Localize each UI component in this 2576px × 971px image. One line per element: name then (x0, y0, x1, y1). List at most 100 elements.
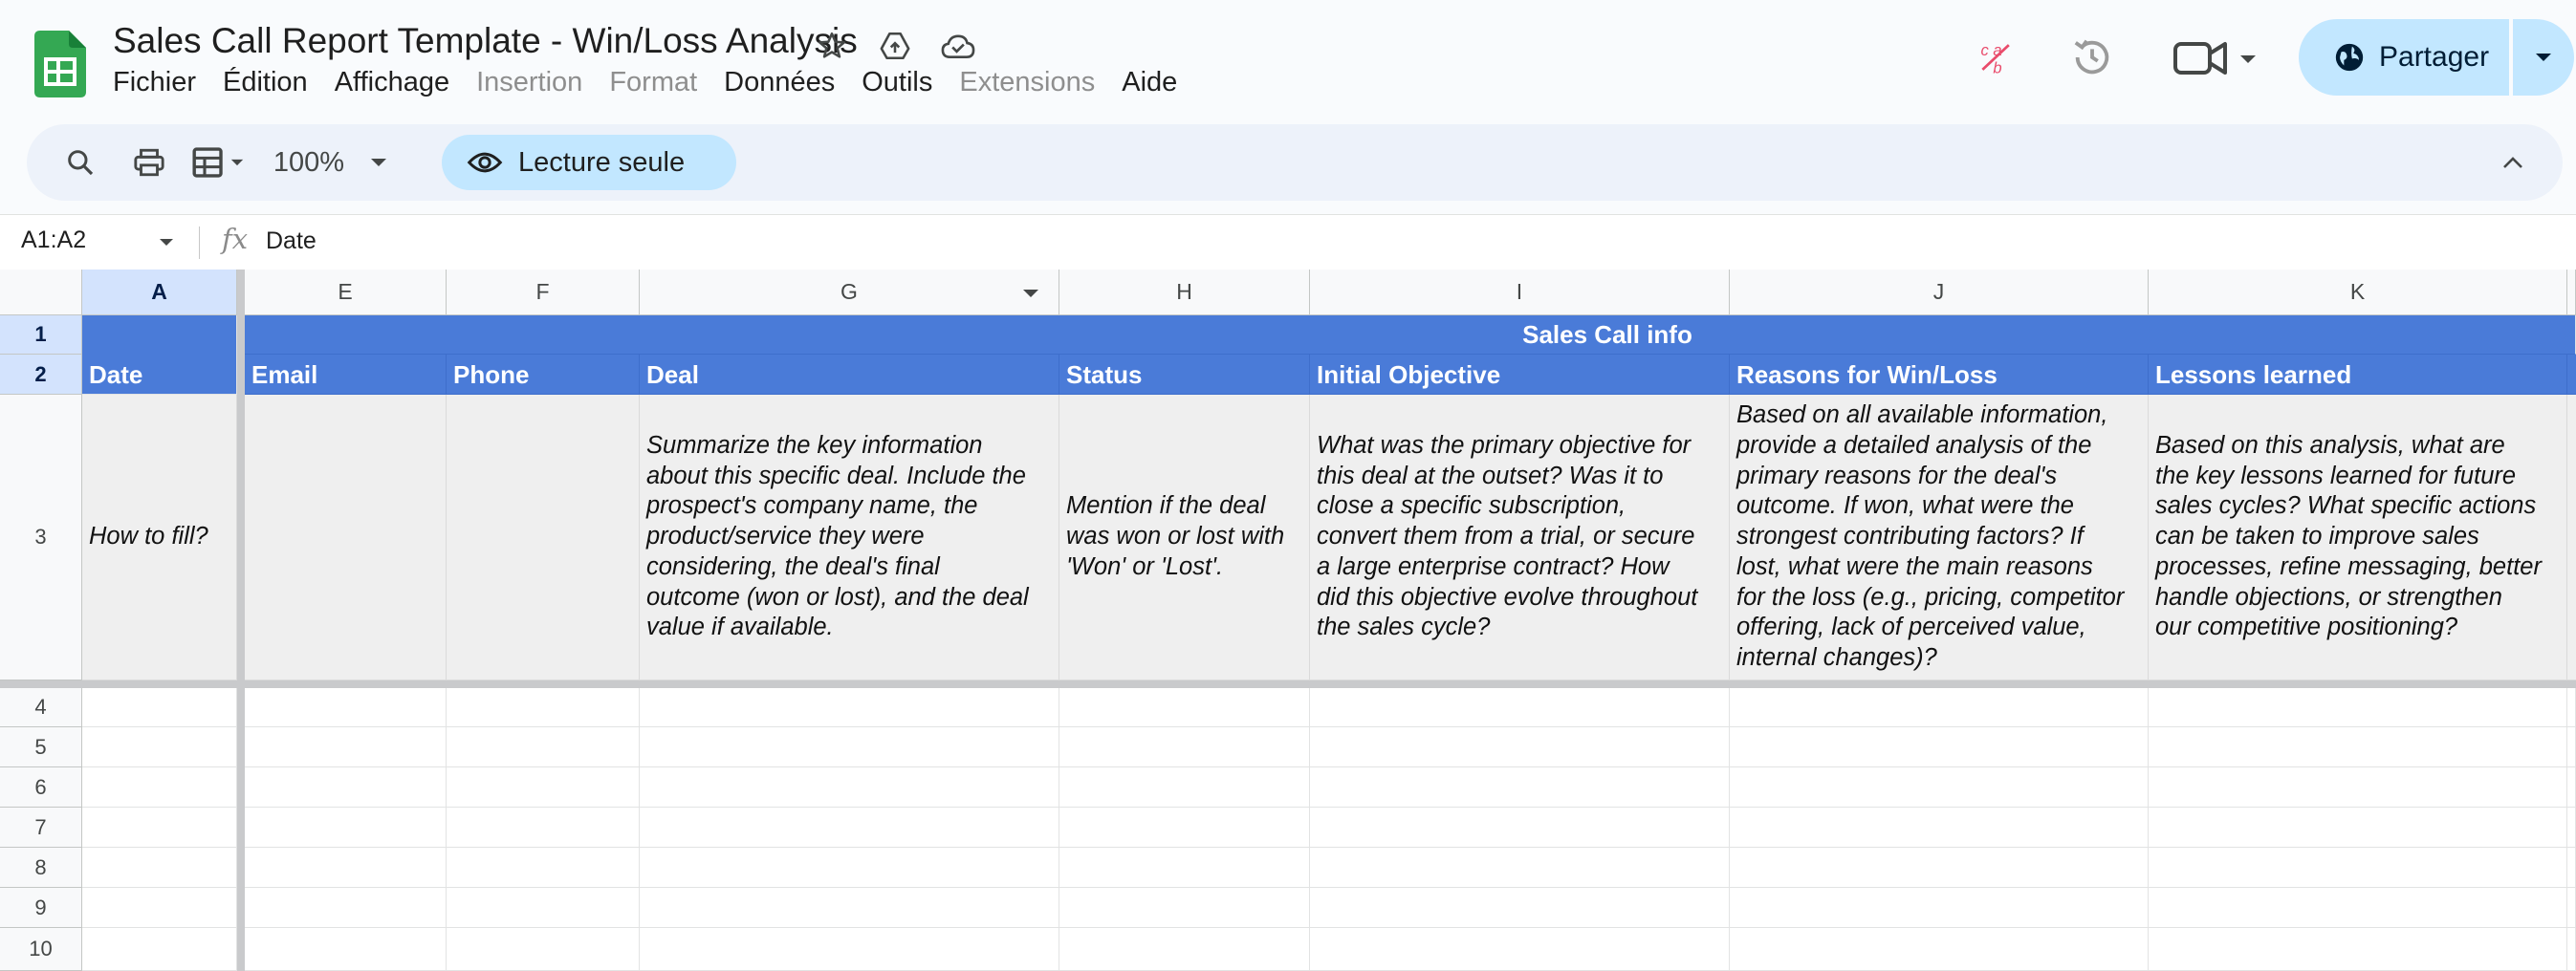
column-header-k[interactable]: K (2149, 270, 2567, 315)
grid-cell[interactable] (1059, 928, 1310, 971)
grid-cell[interactable] (1059, 688, 1310, 727)
menu-aide[interactable]: Aide (1108, 67, 1190, 98)
row-header-10[interactable]: 10 (0, 928, 82, 971)
translate-icon[interactable]: cab (1954, 15, 2039, 99)
menu-edition[interactable]: Édition (209, 67, 321, 98)
row-header-5[interactable]: 5 (0, 727, 82, 767)
grid-cell[interactable] (640, 848, 1059, 888)
column-header-j[interactable]: J (1730, 270, 2149, 315)
meet-video-icon[interactable] (2163, 15, 2268, 99)
share-button[interactable]: Partager (2299, 19, 2509, 96)
version-history-icon[interactable] (2050, 15, 2134, 99)
cell-how-to-fill[interactable]: How to fill? (82, 395, 237, 680)
grid-cell[interactable] (245, 767, 447, 808)
cell-e1-f1[interactable] (245, 315, 640, 355)
header-email[interactable]: Email (245, 355, 447, 395)
cell-e3[interactable] (245, 395, 447, 680)
grid-cell[interactable] (2567, 848, 2576, 888)
name-box-dropdown-icon[interactable] (159, 238, 174, 248)
grid-cell[interactable] (640, 928, 1059, 971)
grid-cell[interactable] (82, 808, 237, 848)
grid-cell[interactable] (1059, 767, 1310, 808)
grid-cell[interactable] (245, 888, 447, 928)
row-header-4[interactable]: 4 (0, 688, 82, 727)
grid-cell[interactable] (1310, 928, 1730, 971)
grid-cell[interactable] (245, 928, 447, 971)
grid-cell[interactable] (2149, 848, 2567, 888)
column-header-i[interactable]: I (1310, 270, 1730, 315)
row-header-6[interactable]: 6 (0, 767, 82, 808)
header-reasons-win-loss[interactable]: Reasons for Win/Loss (1730, 355, 2149, 395)
menu-format[interactable]: Format (596, 67, 710, 98)
grid-cell[interactable] (2567, 928, 2576, 971)
grid-cell[interactable] (2149, 808, 2567, 848)
cell-lessons-description[interactable]: Based on this analysis, what are the key… (2149, 395, 2567, 680)
grid-cell[interactable] (1059, 808, 1310, 848)
grid-cell[interactable] (2567, 888, 2576, 928)
print-icon[interactable] (122, 124, 176, 201)
menu-donnees[interactable]: Données (710, 67, 848, 98)
grid-cell[interactable] (1730, 767, 2149, 808)
cell-objective-description[interactable]: What was the primary objective for this … (1310, 395, 1730, 680)
star-icon[interactable] (809, 23, 855, 69)
grid-cell[interactable] (1310, 848, 1730, 888)
grid-cell[interactable] (1730, 808, 2149, 848)
grid-cell[interactable] (1059, 848, 1310, 888)
column-header-a[interactable]: A (82, 270, 237, 315)
grid-cell[interactable] (447, 727, 640, 767)
grid-cell[interactable] (2149, 767, 2567, 808)
grid-cell[interactable] (2567, 767, 2576, 808)
grid-cell[interactable] (640, 767, 1059, 808)
grid-cell[interactable] (2149, 888, 2567, 928)
grid-cell[interactable] (1310, 767, 1730, 808)
cell-f3[interactable] (447, 395, 640, 680)
formula-input[interactable]: Date (266, 227, 317, 255)
collapse-menus-icon[interactable] (2486, 124, 2540, 201)
row-header-2[interactable]: 2 (0, 355, 82, 395)
grid-cell[interactable] (640, 808, 1059, 848)
frozen-column-divider[interactable] (237, 270, 245, 971)
grid-cell[interactable] (245, 688, 447, 727)
grid-cell[interactable] (640, 688, 1059, 727)
grid-cell[interactable] (1730, 688, 2149, 727)
grid-cell[interactable] (245, 848, 447, 888)
grid-cell[interactable] (1310, 808, 1730, 848)
grid-cell[interactable] (1730, 928, 2149, 971)
grid-cell[interactable] (2149, 727, 2567, 767)
name-box[interactable]: A1:A2 (21, 227, 86, 254)
grid-cell[interactable] (82, 767, 237, 808)
grid-cell[interactable] (2149, 928, 2567, 971)
select-all-corner[interactable] (0, 270, 82, 315)
grid-cell[interactable] (82, 928, 237, 971)
header-lessons-learned[interactable]: Lessons learned (2149, 355, 2567, 395)
grid-cell[interactable] (2567, 688, 2576, 727)
column-filter-dropdown-icon[interactable] (1022, 289, 1039, 298)
table-format-icon[interactable] (180, 124, 262, 201)
frozen-row-divider[interactable] (0, 680, 2576, 688)
document-title[interactable]: Sales Call Report Template - Win/Loss An… (113, 21, 858, 61)
grid-cell[interactable] (82, 888, 237, 928)
cell-status-description[interactable]: Mention if the deal was won or lost with… (1059, 395, 1310, 680)
grid-cell[interactable] (1310, 688, 1730, 727)
search-icon[interactable] (54, 124, 107, 201)
column-header-e[interactable]: E (245, 270, 447, 315)
grid-cell[interactable] (82, 848, 237, 888)
grid-cell[interactable] (447, 767, 640, 808)
cell-sales-call-info-merged[interactable]: Sales Call info (640, 315, 2576, 355)
grid-cell[interactable] (82, 727, 237, 767)
row-header-1[interactable]: 1 (0, 315, 82, 355)
grid-cell[interactable] (447, 808, 640, 848)
grid-cell[interactable] (1059, 727, 1310, 767)
row-header-3[interactable]: 3 (0, 395, 82, 680)
grid-cell[interactable] (2149, 688, 2567, 727)
column-header-g[interactable]: G (640, 270, 1059, 315)
cell-reasons-description[interactable]: Based on all available information, prov… (1730, 395, 2149, 680)
grid-cell[interactable] (245, 727, 447, 767)
column-header-h[interactable]: H (1059, 270, 1310, 315)
cell-next-col-3[interactable] (2567, 395, 2576, 680)
grid-cell[interactable] (447, 888, 640, 928)
grid-cell[interactable] (82, 688, 237, 727)
row-header-7[interactable]: 7 (0, 808, 82, 848)
header-next-col[interactable] (2567, 355, 2576, 395)
menu-affichage[interactable]: Affichage (321, 67, 463, 98)
